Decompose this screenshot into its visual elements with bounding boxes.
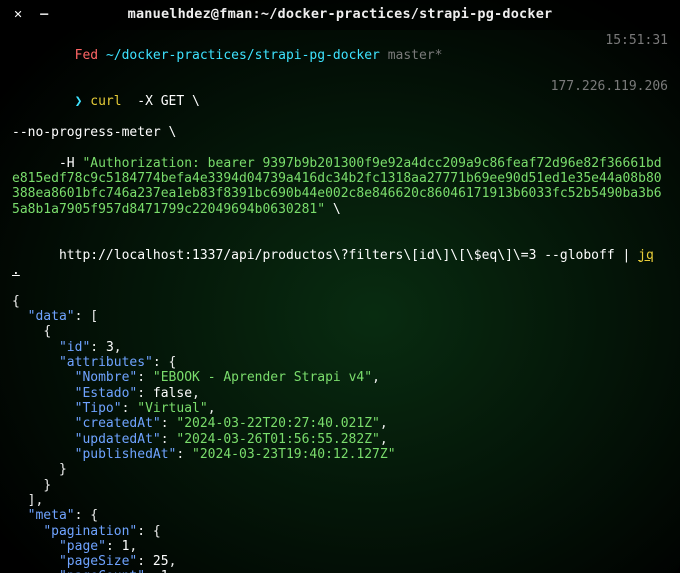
json-key-tipo: "Tipo" bbox=[75, 401, 122, 416]
close-icon[interactable]: ✕ bbox=[14, 8, 22, 22]
git-branch: master* bbox=[388, 48, 443, 63]
json-key-publishedAt: "publishedAt" bbox=[75, 447, 177, 462]
json-pageCount: 1 bbox=[161, 569, 169, 573]
window-title: manuelhdez@fman:~/docker-practices/strap… bbox=[0, 7, 680, 23]
json-key-data: "data" bbox=[28, 309, 75, 324]
json-item-close: } bbox=[12, 478, 668, 493]
json-key-pageSize: "pageSize" bbox=[59, 554, 137, 569]
json-key-pageCount: "pageCount" bbox=[59, 569, 145, 573]
minimize-icon[interactable]: — bbox=[40, 8, 48, 22]
terminal-content[interactable]: Fed ~/docker-practices/strapi-pg-docker … bbox=[0, 30, 680, 573]
json-key-estado: "Estado" bbox=[75, 386, 138, 401]
json-meta-open: : { bbox=[75, 508, 98, 523]
json-id-val: 3 bbox=[106, 340, 114, 355]
json-key-updatedAt: "updatedAt" bbox=[75, 432, 161, 447]
titlebar: ✕ — manuelhdez@fman:~/docker-practices/s… bbox=[0, 0, 680, 30]
jq-dot: . bbox=[12, 263, 20, 278]
jq-cmd: jq bbox=[638, 248, 654, 263]
json-attrs-close: } bbox=[12, 462, 668, 477]
json-updatedAt: "2024-03-26T01:56:55.282Z" bbox=[176, 432, 380, 447]
json-data-close: ], bbox=[12, 493, 668, 508]
timestamp: 15:51:31 bbox=[605, 33, 668, 79]
request-url: http://localhost:1337/api/productos\?fil… bbox=[59, 248, 638, 263]
json-estado: false bbox=[153, 386, 192, 401]
json-open: { bbox=[12, 294, 668, 309]
terminal-window: ✕ — manuelhdez@fman:~/docker-practices/s… bbox=[0, 0, 680, 573]
json-key-createdAt: "createdAt" bbox=[75, 416, 161, 431]
json-publishedAt: "2024-03-23T19:40:12.127Z" bbox=[192, 447, 396, 462]
json-key-page: "page" bbox=[59, 539, 106, 554]
hdr-label: "Authorization: bearer bbox=[82, 156, 262, 171]
json-punct: : [ bbox=[75, 309, 98, 324]
json-key-pagination: "pagination" bbox=[43, 524, 137, 539]
json-key-id: "id" bbox=[59, 340, 90, 355]
json-key-meta: "meta" bbox=[28, 508, 75, 523]
cmd-args: -X GET \ bbox=[122, 94, 200, 109]
json-createdAt: "2024-03-22T20:27:40.021Z" bbox=[176, 416, 380, 431]
json-tipo: "Virtual" bbox=[137, 401, 207, 416]
json-key-attrs: "attributes" bbox=[59, 355, 153, 370]
json-item-open: { bbox=[12, 324, 668, 339]
json-key-nombre: "Nombre" bbox=[75, 370, 138, 385]
right-hint-addr: 177.226.119.206 bbox=[551, 79, 668, 125]
hdr-prefix: -H bbox=[59, 156, 82, 171]
host-label: Fed bbox=[75, 48, 98, 63]
cwd: ~/docker-practices/strapi-pg-docker bbox=[106, 48, 380, 63]
hdr-cont: \ bbox=[325, 202, 341, 217]
cmd-curl: curl bbox=[90, 94, 121, 109]
json-page: 1 bbox=[122, 539, 130, 554]
flag-no-progress: --no-progress-meter \ bbox=[12, 125, 668, 140]
json-attrs-open: : { bbox=[153, 355, 176, 370]
json-pagination-open: : { bbox=[137, 524, 160, 539]
json-pageSize: 25 bbox=[153, 554, 169, 569]
json-nombre: "EBOOK - Aprender Strapi v4" bbox=[153, 370, 372, 385]
